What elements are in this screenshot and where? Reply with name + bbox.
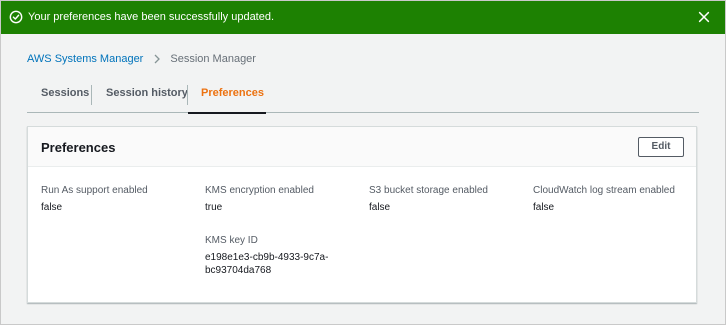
close-icon[interactable] (697, 10, 711, 24)
field-run-as-support: Run As support enabled false (41, 185, 148, 214)
breadcrumb: AWS Systems Manager Session Manager (27, 52, 256, 66)
panel-header: Preferences Edit (28, 127, 696, 167)
field-value: true (205, 202, 223, 213)
tab-session-history[interactable]: Session history (92, 79, 188, 112)
field-s3-bucket-storage: S3 bucket storage enabled false (369, 185, 488, 214)
chevron-right-icon (154, 54, 161, 64)
panel-title: Preferences (41, 140, 116, 155)
field-label: Run As support enabled (41, 185, 148, 196)
preferences-panel: Preferences Edit Run As support enabled … (27, 126, 697, 303)
field-label: KMS encryption enabled (205, 185, 314, 196)
field-label: S3 bucket storage enabled (369, 185, 488, 196)
tab-bar: Sessions Session history Preferences (27, 79, 699, 114)
tab-sessions[interactable]: Sessions (27, 79, 91, 112)
field-kms-key-id: KMS key ID e198e1e3-cb9b-4933-9c7a-bc937… (205, 235, 330, 277)
field-value: false (369, 202, 391, 213)
field-value: false (533, 202, 555, 213)
breadcrumb-link-systems-manager[interactable]: AWS Systems Manager (27, 53, 143, 66)
field-kms-encryption: KMS encryption enabled true (205, 185, 314, 214)
field-label: KMS key ID (205, 235, 258, 246)
success-flash-banner: Your preferences have been successfully … (1, 1, 725, 34)
field-value: false (41, 202, 63, 213)
edit-button[interactable]: Edit (638, 137, 684, 157)
field-label: CloudWatch log stream enabled (533, 185, 675, 196)
tab-preferences[interactable]: Preferences (188, 79, 266, 114)
flash-message: Your preferences have been successfully … (28, 11, 275, 23)
check-circle-icon (9, 10, 23, 24)
field-value: e198e1e3-cb9b-4933-9c7a-bc93704da768 (205, 252, 329, 276)
breadcrumb-current: Session Manager (170, 52, 256, 65)
field-cloudwatch-log-stream: CloudWatch log stream enabled false (533, 185, 675, 214)
